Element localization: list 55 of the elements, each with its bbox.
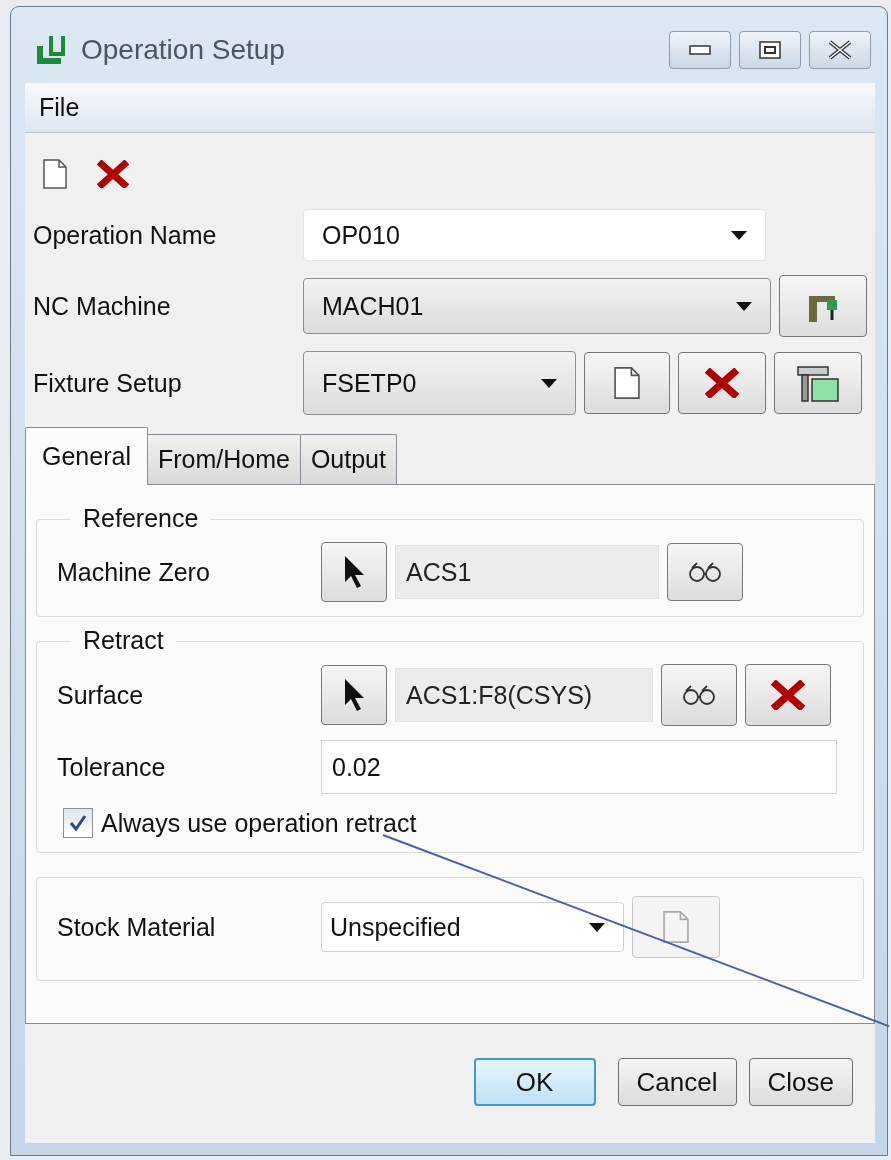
- field-label: NC Machine: [33, 291, 172, 321]
- menu-item[interactable]: File: [39, 93, 80, 122]
- dropdown-arrow-icon: [736, 301, 752, 311]
- pointer-arrow-icon: [343, 678, 365, 712]
- new-page-icon: [43, 159, 67, 189]
- delete-button[interactable]: [745, 664, 831, 726]
- maximize-button[interactable]: [739, 31, 801, 69]
- close-button[interactable]: [809, 31, 871, 69]
- dialog-button[interactable]: OK: [473, 1058, 596, 1106]
- surface-field: ACS1:F8(CSYS): [395, 668, 653, 722]
- tab[interactable]: Output: [299, 434, 397, 484]
- field-label: Fixture Setup: [33, 368, 183, 398]
- view-button[interactable]: [667, 543, 743, 601]
- stock-material-dropdown[interactable]: Unspecified: [321, 902, 624, 952]
- delete-x-icon: [705, 367, 739, 399]
- window-title: Operation Setup: [81, 34, 286, 66]
- minimize-button[interactable]: [669, 31, 731, 69]
- dialog-button[interactable]: Cancel: [617, 1058, 737, 1106]
- checkbox[interactable]: [63, 808, 93, 838]
- close-icon: [827, 40, 853, 60]
- operation-name-combo[interactable]: OP010: [303, 209, 766, 261]
- new-fixture-button[interactable]: [584, 352, 670, 414]
- select-button[interactable]: [321, 542, 387, 602]
- new-page-icon: [663, 910, 689, 944]
- field-label: Stock Material: [57, 912, 217, 942]
- new-page-icon: [614, 366, 640, 400]
- dropdown-arrow-icon: [589, 922, 605, 932]
- maximize-icon: [759, 41, 781, 59]
- minimize-icon: [689, 45, 711, 55]
- fixture-setup-dropdown[interactable]: FSETP0: [303, 351, 576, 415]
- view-button[interactable]: [661, 664, 737, 726]
- checkbox-label: Always use operation retract: [101, 808, 417, 838]
- field-label: Operation Name: [33, 220, 218, 250]
- pointer-arrow-icon: [343, 555, 365, 589]
- delete-fixture-button[interactable]: [678, 352, 766, 414]
- field-label: Machine Zero: [57, 557, 211, 587]
- glasses-icon: [687, 561, 723, 583]
- delete-x-icon: [97, 159, 129, 189]
- delete-x-icon: [771, 679, 805, 711]
- checkmark-icon: [68, 813, 88, 833]
- fixture-icon: [796, 363, 840, 403]
- dropdown-arrow-icon: [731, 230, 747, 240]
- tab[interactable]: From/Home: [146, 434, 301, 484]
- tolerance-field[interactable]: 0.02: [321, 740, 837, 794]
- fixture-button[interactable]: [774, 352, 862, 414]
- machine-zero-field: ACS1: [395, 545, 659, 599]
- dropdown-arrow-icon: [541, 378, 557, 388]
- tab[interactable]: General: [25, 427, 148, 485]
- machine-button[interactable]: [779, 275, 867, 337]
- field-label: Surface: [57, 680, 145, 710]
- select-button[interactable]: [321, 665, 387, 725]
- field-label: Tolerance: [57, 752, 167, 782]
- dialog-button[interactable]: Close: [748, 1058, 853, 1106]
- nc-machine-dropdown[interactable]: MACH01: [303, 278, 771, 334]
- glasses-icon: [681, 684, 717, 706]
